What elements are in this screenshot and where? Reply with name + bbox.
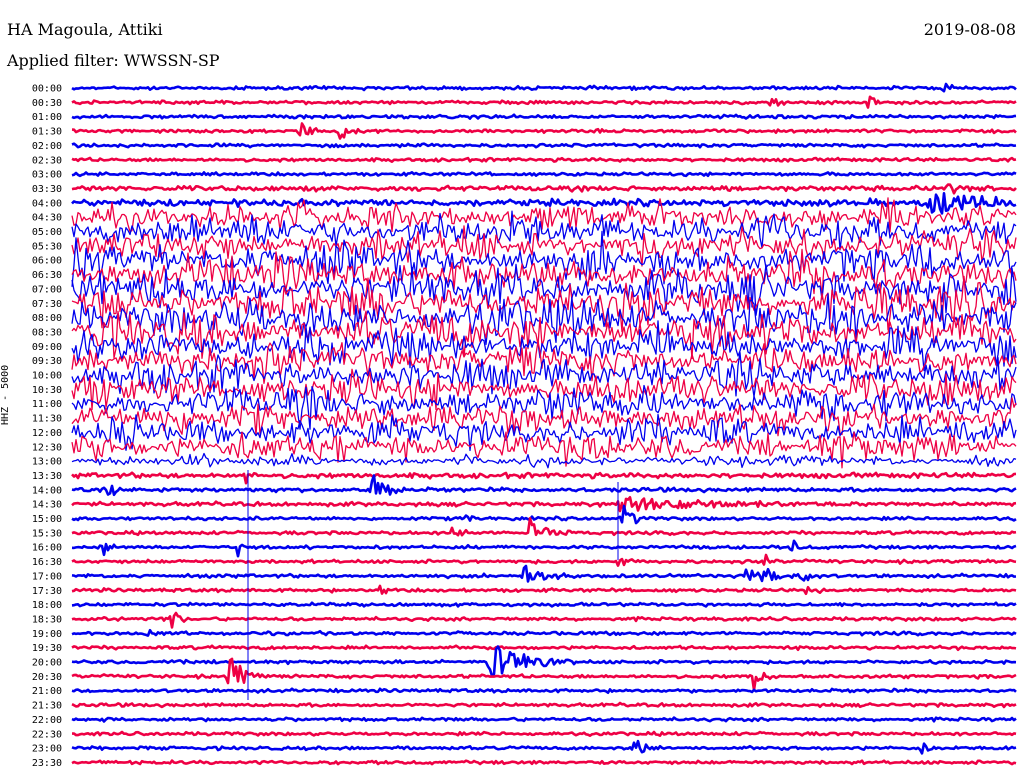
trace-line: [71, 113, 1017, 120]
trace-line: [71, 496, 1017, 513]
tick-label-group: 00:00 00:30 01:00 01:30 02:00 02:30 03:00 03:30…: [32, 84, 62, 769]
trace-line: [71, 628, 1017, 637]
trace-line: [71, 82, 1017, 93]
time-tick-label: 05:30: [32, 241, 62, 252]
time-tick-label: 06:00: [32, 256, 62, 267]
trace-line: [71, 584, 1017, 596]
time-tick-label: 00:00: [32, 84, 62, 95]
time-tick-label: 13:30: [32, 471, 62, 482]
time-tick-label: 23:00: [32, 744, 62, 755]
time-tick-label: 17:30: [32, 586, 62, 597]
time-tick-label: 10:00: [32, 371, 62, 382]
trace-group: [71, 82, 1017, 766]
time-tick-label: 18:30: [32, 614, 62, 625]
time-tick-label: 15:30: [32, 528, 62, 539]
trace-line: [71, 645, 1017, 678]
trace-line: [71, 539, 1017, 558]
trace-line: [71, 701, 1017, 709]
trace-line: [71, 474, 1017, 497]
time-tick-label: 01:30: [32, 127, 62, 138]
trace-line: [71, 564, 1017, 583]
time-tick-label: 18:00: [32, 600, 62, 611]
time-tick-label: 20:00: [32, 658, 62, 669]
trace-line: [71, 452, 1017, 469]
time-tick-label: 23:30: [32, 758, 62, 769]
time-tick-label: 22:00: [32, 715, 62, 726]
time-tick-label: 14:00: [32, 485, 62, 496]
trace-line: [72, 730, 1017, 737]
time-tick-label: 20:30: [32, 672, 62, 683]
trace-line: [71, 601, 1017, 608]
time-tick-label: 22:30: [32, 729, 62, 740]
trace-line: [71, 504, 1017, 525]
trace-line: [71, 759, 1017, 766]
helicorder-chart: 00:00 00:30 01:00 01:30 02:00 02:30 03:00 03:30…: [32, 82, 1017, 769]
time-tick-label: 12:30: [32, 442, 62, 453]
time-tick-label: 09:00: [32, 342, 62, 353]
time-tick-label: 07:30: [32, 299, 62, 310]
time-tick-label: 09:30: [32, 356, 62, 367]
time-tick-label: 12:00: [32, 428, 62, 439]
time-tick-label: 11:00: [32, 399, 62, 410]
time-tick-label: 08:30: [32, 327, 62, 338]
trace-line: [71, 611, 1017, 629]
time-tick-label: 02:00: [32, 141, 62, 152]
time-tick-label: 19:00: [32, 629, 62, 640]
time-tick-label: 17:00: [32, 571, 62, 582]
trace-line: [71, 687, 1017, 694]
time-tick-label: 04:00: [32, 198, 62, 209]
trace-line: [71, 122, 1017, 140]
time-tick-label: 01:00: [32, 112, 62, 123]
time-tick-label: 21:00: [32, 686, 62, 697]
time-tick-label: 04:30: [32, 213, 62, 224]
trace-line: [71, 739, 1017, 755]
time-tick-label: 03:30: [32, 184, 62, 195]
time-tick-label: 10:30: [32, 385, 62, 396]
time-tick-label: 07:00: [32, 284, 62, 295]
time-tick-label: 02:30: [32, 155, 62, 166]
time-tick-label: 08:00: [32, 313, 62, 324]
trace-line: [71, 95, 1017, 109]
trace-line: [71, 210, 1017, 251]
time-tick-label: 14:30: [32, 500, 62, 511]
time-tick-label: 19:30: [32, 643, 62, 654]
trace-line: [71, 183, 1017, 195]
time-tick-label: 15:00: [32, 514, 62, 525]
time-tick-label: 06:30: [32, 270, 62, 281]
time-tick-label: 16:30: [32, 557, 62, 568]
time-tick-label: 16:00: [32, 543, 62, 554]
trace-line: [71, 142, 1017, 149]
time-tick-label: 05:00: [32, 227, 62, 238]
time-tick-label: 11:30: [32, 414, 62, 425]
trace-line: [71, 553, 1017, 567]
trace-line: [71, 716, 1017, 723]
trace-line: [71, 171, 1017, 178]
time-tick-label: 03:00: [32, 170, 62, 181]
trace-line: [71, 471, 1017, 485]
time-tick-label: 00:30: [32, 98, 62, 109]
trace-line: [71, 156, 1017, 163]
time-tick-label: 21:30: [32, 701, 62, 712]
time-tick-label: 13:00: [32, 457, 62, 468]
trace-line: [71, 517, 1017, 537]
trace-line: [71, 644, 1017, 652]
